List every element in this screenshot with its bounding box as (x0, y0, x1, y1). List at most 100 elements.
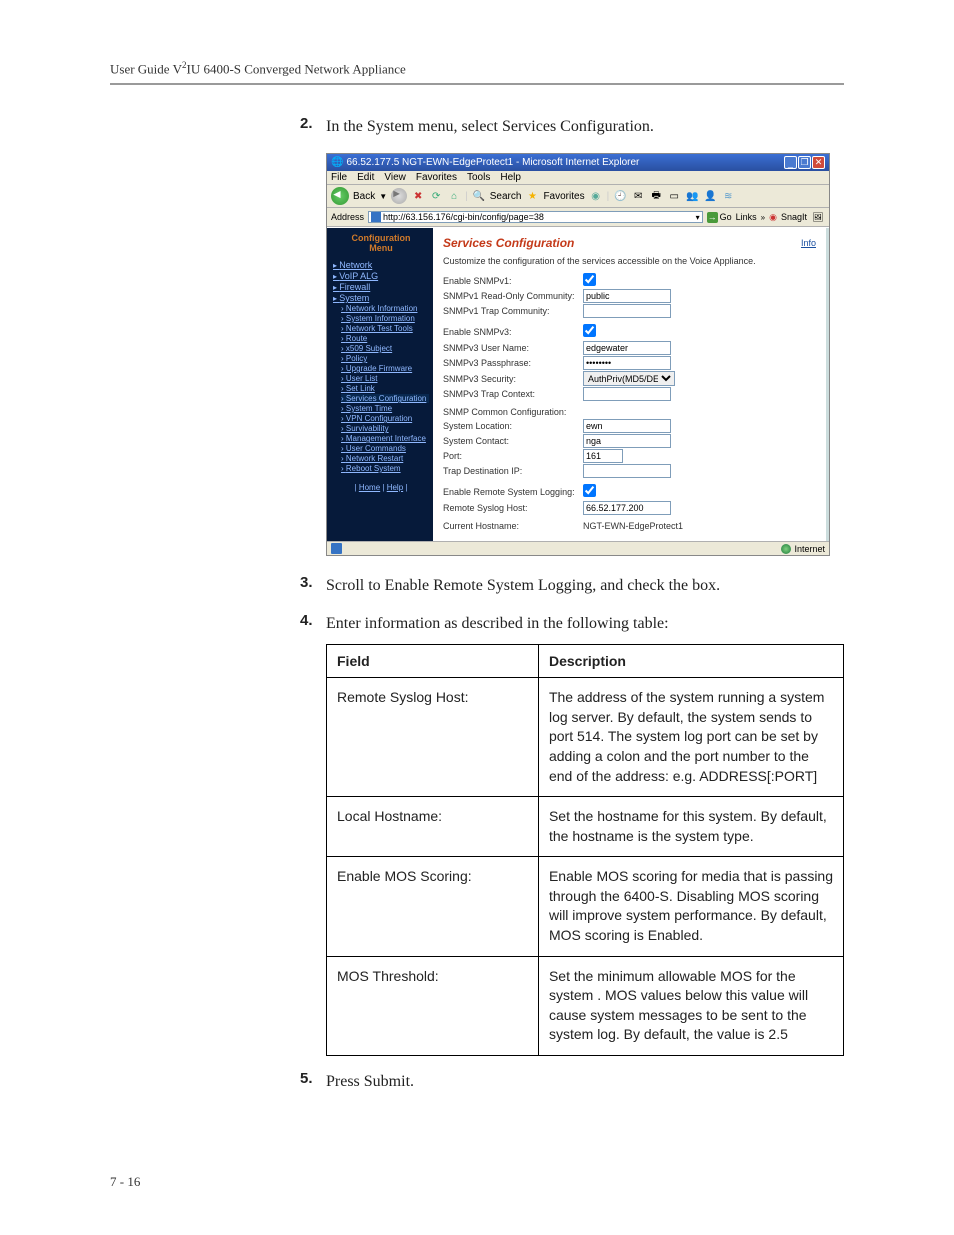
go-button[interactable]: →Go (707, 212, 732, 223)
config-sidebar: ConfigurationMenu Network VoIP ALG Firew… (327, 228, 433, 541)
sidebar-item-mgmt[interactable]: Management Interface (341, 434, 429, 443)
input-snmpv3-pass[interactable] (583, 356, 671, 370)
sidebar-item-userlist[interactable]: User List (341, 374, 429, 383)
history-icon[interactable]: 🕘 (613, 189, 627, 203)
address-value: http://63.156.176/cgi-bin/config/page=38 (383, 212, 544, 222)
sidebar-help-link[interactable]: Help (387, 483, 403, 492)
table-row: Enable MOS Scoring: Enable MOS scoring f… (327, 857, 844, 956)
running-header: User Guide V2IU 6400-S Converged Network… (110, 60, 844, 77)
refresh-icon[interactable]: ⟳ (429, 189, 443, 203)
sidebar-item-route[interactable]: Route (341, 334, 429, 343)
address-dropdown-icon[interactable]: ▾ (696, 213, 700, 222)
favorites-icon[interactable]: ★ (525, 189, 539, 203)
input-port[interactable] (583, 449, 623, 463)
menu-help[interactable]: Help (500, 172, 521, 183)
sidebar-item-usercmd[interactable]: User Commands (341, 444, 429, 453)
input-snmpv1-ro[interactable] (583, 289, 671, 303)
forward-button[interactable]: ► (391, 188, 407, 204)
messenger-icon[interactable]: 👤 (703, 189, 717, 203)
sidebar-item-firmware[interactable]: Upgrade Firmware (341, 364, 429, 373)
field-description-table: Field Description Remote Syslog Host: Th… (326, 644, 844, 1056)
sidebar-item-voip[interactable]: VoIP ALG (333, 271, 429, 281)
stop-icon[interactable]: ✖ (411, 189, 425, 203)
sidebar-item-policy[interactable]: Policy (341, 354, 429, 363)
input-syscontact[interactable] (583, 434, 671, 448)
menu-edit[interactable]: Edit (357, 172, 374, 183)
maximize-button[interactable]: ❐ (798, 156, 811, 169)
sidebar-item-netinfo[interactable]: Network Information (341, 304, 429, 313)
snagit-extra-icon[interactable]: 🖼 (811, 210, 825, 224)
checkbox-enable-remote-logging[interactable] (583, 484, 596, 497)
search-icon[interactable]: 🔍 (472, 189, 486, 203)
table-cell-desc: Enable MOS scoring for media that is pas… (538, 857, 843, 956)
edit-icon[interactable]: ▭ (667, 189, 681, 203)
favorites-label[interactable]: Favorites (543, 191, 584, 202)
label-snmpv3-trap: SNMPv3 Trap Context: (443, 389, 583, 399)
back-label[interactable]: Back (353, 191, 375, 202)
mail-icon[interactable]: ✉ (631, 189, 645, 203)
table-cell-field: Remote Syslog Host: (327, 678, 539, 797)
home-icon[interactable]: ⌂ (447, 189, 461, 203)
input-snmpv3-trap[interactable] (583, 387, 671, 401)
sidebar-item-systime[interactable]: System Time (341, 404, 429, 413)
config-main: Services Configuration Info Customize th… (433, 228, 826, 541)
media-icon[interactable]: ◉ (589, 189, 603, 203)
checkbox-enable-snmpv3[interactable] (583, 324, 596, 337)
sidebar-title: ConfigurationMenu (333, 234, 429, 254)
table-header-description: Description (538, 645, 843, 678)
select-snmpv3-sec[interactable]: AuthPriv(MD5/DES) (583, 371, 675, 386)
sidebar-item-setlink[interactable]: Set Link (341, 384, 429, 393)
sidebar-item-survivability[interactable]: Survivability (341, 424, 429, 433)
label-snmpv3-sec: SNMPv3 Security: (443, 374, 583, 384)
address-input[interactable]: http://63.156.176/cgi-bin/config/page=38… (368, 211, 703, 223)
input-snmpv3-user[interactable] (583, 341, 671, 355)
scrollbar[interactable] (826, 228, 829, 541)
discuss-icon[interactable]: 👥 (685, 189, 699, 203)
menu-file[interactable]: File (331, 172, 347, 183)
sidebar-item-system[interactable]: System (333, 293, 429, 303)
step-text-3: Scroll to Enable Remote System Logging, … (326, 574, 720, 598)
snagit-icon[interactable]: ◉ (769, 212, 777, 223)
step-number-4: 4. (300, 612, 326, 636)
sidebar-item-network[interactable]: Network (333, 260, 429, 270)
label-enable-remote-logging: Enable Remote System Logging: (443, 487, 583, 497)
table-cell-field: Local Hostname: (327, 797, 539, 857)
close-button[interactable]: ✕ (812, 156, 825, 169)
page-icon (371, 212, 381, 222)
label-snmpv3-pass: SNMPv3 Passphrase: (443, 358, 583, 368)
table-header-field: Field (327, 645, 539, 678)
input-sysloc[interactable] (583, 419, 671, 433)
ie-app-icon: 🌐 (331, 157, 343, 168)
sidebar-item-firewall[interactable]: Firewall (333, 282, 429, 292)
menu-view[interactable]: View (384, 172, 406, 183)
menu-favorites[interactable]: Favorites (416, 172, 457, 183)
print-icon[interactable]: 🖶 (649, 189, 663, 203)
snagit-label[interactable]: SnagIt (781, 212, 807, 222)
search-label[interactable]: Search (490, 191, 522, 202)
info-link[interactable]: Info (801, 238, 816, 248)
input-syslog-host[interactable] (583, 501, 671, 515)
label-port: Port: (443, 451, 583, 461)
minimize-button[interactable]: _ (784, 156, 797, 169)
sidebar-item-nettest[interactable]: Network Test Tools (341, 324, 429, 333)
checkbox-enable-snmpv1[interactable] (583, 273, 596, 286)
back-button[interactable]: ◄ (331, 187, 349, 205)
sidebar-home-link[interactable]: Home (359, 483, 380, 492)
input-trapdest[interactable] (583, 464, 671, 478)
label-syslog-host: Remote Syslog Host: (443, 503, 583, 513)
sidebar-item-vpn[interactable]: VPN Configuration (341, 414, 429, 423)
back-dropdown-icon[interactable]: ▼ (379, 192, 387, 201)
page-description: Customize the configuration of the servi… (443, 256, 816, 267)
sidebar-item-cert[interactable]: x509 Subject (341, 344, 429, 353)
sidebar-item-netrestart[interactable]: Network Restart (341, 454, 429, 463)
sidebar-item-reboot[interactable]: Reboot System (341, 464, 429, 473)
links-label[interactable]: Links (736, 212, 757, 222)
table-row: Local Hostname: Set the hostname for thi… (327, 797, 844, 857)
sidebar-item-sysinfo[interactable]: System Information (341, 314, 429, 323)
sidebar-item-services[interactable]: Services Configuration (341, 394, 429, 403)
label-snmpv1-trap: SNMPv1 Trap Community: (443, 306, 583, 316)
menu-tools[interactable]: Tools (467, 172, 490, 183)
input-snmpv1-trap[interactable] (583, 304, 671, 318)
ie-titlebar: 🌐 66.52.177.5 NGT-EWN-EdgeProtect1 - Mic… (327, 154, 829, 171)
extra-icon[interactable]: ≋ (721, 189, 735, 203)
